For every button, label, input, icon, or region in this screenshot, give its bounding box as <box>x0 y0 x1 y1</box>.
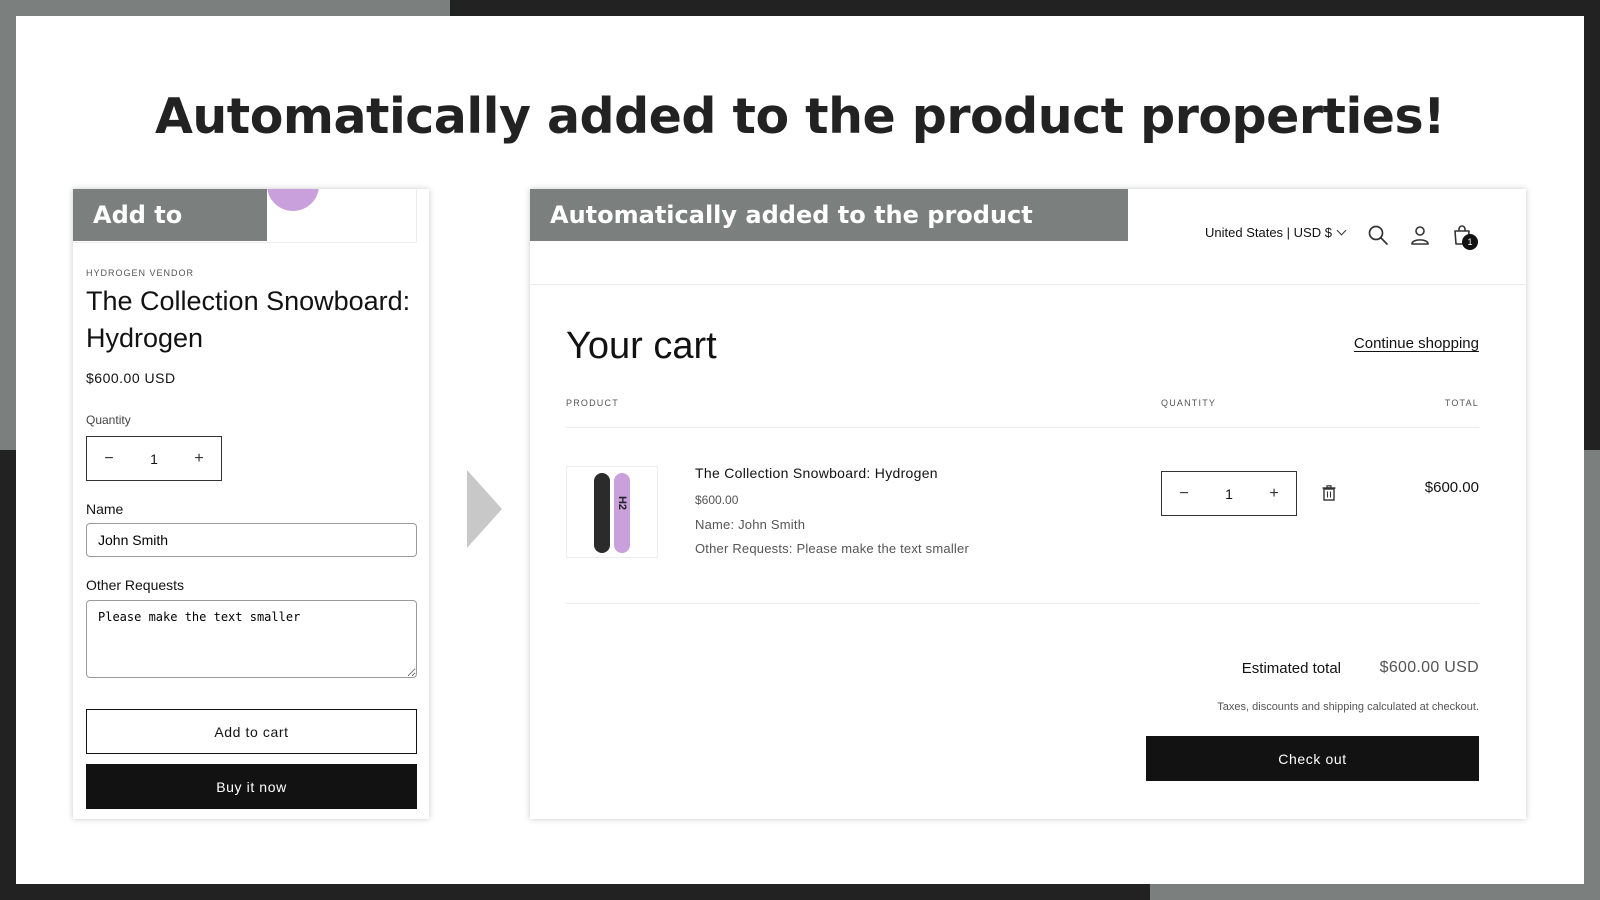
quantity-label: Quantity <box>86 413 131 427</box>
country-selector-label: United States | USD $ <box>1205 225 1332 240</box>
cart-quantity-decrease-button[interactable]: − <box>1162 485 1206 503</box>
table-divider <box>566 603 1479 604</box>
step-label-add-to-cart: Add to cart... <box>73 189 267 281</box>
checkout-button[interactable]: Check out <box>1146 736 1479 781</box>
product-page-panel: Add to cart... HYDROGEN VENDOR The Colle… <box>73 189 429 819</box>
header-divider <box>530 284 1526 285</box>
step-label-properties: Automatically added to the product prope… <box>530 189 1128 281</box>
snowboard-black-image <box>594 473 610 553</box>
country-selector[interactable]: United States | USD $ <box>1205 225 1347 240</box>
name-field-label: Name <box>86 501 124 517</box>
quantity-value[interactable]: 1 <box>131 451 177 467</box>
cart-item-line-total: $600.00 <box>1424 479 1479 496</box>
quantity-stepper: − 1 + <box>86 436 222 481</box>
product-price: $600.00 USD <box>86 370 176 386</box>
cart-item-property-requests: Other Requests: Please make the text sma… <box>695 541 969 556</box>
continue-shopping-link[interactable]: Continue shopping <box>1354 335 1479 352</box>
product-vendor: HYDROGEN VENDOR <box>86 268 195 278</box>
product-title: The Collection Snowboard: Hydrogen <box>86 286 411 353</box>
cart-page-panel: Automatically added to the product prope… <box>530 189 1526 819</box>
trash-icon[interactable] <box>1322 485 1336 501</box>
cart-quantity-stepper: − 1 + <box>1161 471 1297 516</box>
cart-quantity-increase-button[interactable]: + <box>1252 485 1296 503</box>
other-requests-label: Other Requests <box>86 577 185 593</box>
product-thumbnail[interactable]: H2 <box>566 466 658 558</box>
slide-headline: Automatically added to the product prope… <box>155 88 1446 145</box>
arrow-right-icon <box>467 470 502 548</box>
column-header-total: TOTAL <box>1444 398 1479 408</box>
cart-count-badge: 1 <box>1462 234 1478 250</box>
buy-it-now-button[interactable]: Buy it now <box>86 764 417 809</box>
cart-item-title[interactable]: The Collection Snowboard: Hydrogen <box>695 465 938 481</box>
chevron-down-icon <box>1336 225 1347 236</box>
name-field[interactable] <box>86 523 417 557</box>
quantity-decrease-button[interactable]: − <box>87 450 131 468</box>
table-divider <box>566 427 1479 428</box>
account-icon[interactable] <box>1408 223 1432 247</box>
add-to-cart-button[interactable]: Add to cart <box>86 709 417 754</box>
snowboard-graphic-text: H2 <box>616 495 628 511</box>
estimated-total-label: Estimated total <box>1241 660 1341 677</box>
column-header-quantity: QUANTITY <box>1161 398 1217 408</box>
cart-quantity-value[interactable]: 1 <box>1206 486 1252 502</box>
taxes-note: Taxes, discounts and shipping calculated… <box>1217 701 1479 713</box>
estimated-total-value: $600.00 USD <box>1379 659 1479 676</box>
other-requests-field[interactable]: Please make the text smaller <box>86 600 417 678</box>
column-header-product: PRODUCT <box>566 398 619 408</box>
search-icon[interactable] <box>1366 223 1390 247</box>
page-title: Your cart <box>566 325 717 367</box>
cart-item-price: $600.00 <box>695 493 739 507</box>
snowboard-purple-image <box>614 473 630 553</box>
quantity-increase-button[interactable]: + <box>177 450 221 468</box>
cart-item-property-name: Name: John Smith <box>695 517 806 532</box>
